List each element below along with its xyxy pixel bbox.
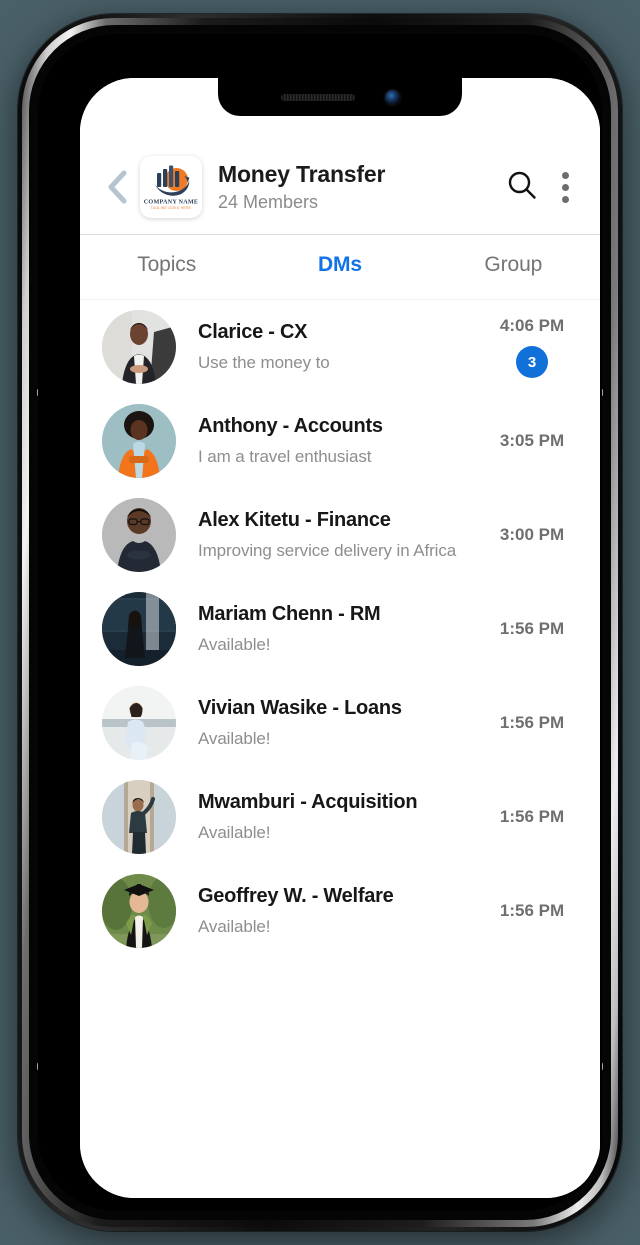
display-notch [218,78,462,116]
chat-text-block: Alex Kitetu - Finance Improving service … [198,509,486,561]
chat-timestamp: 3:00 PM [499,525,565,544]
avatar[interactable] [102,310,176,384]
dm-conversation-list[interactable]: Clarice - CX Use the money to 4:06 PM 3 [80,300,600,1198]
page-title: Money Transfer [218,160,386,187]
avatar[interactable] [102,592,176,666]
chat-name: Mariam Chenn - RM [198,603,381,625]
chat-text-block: Mariam Chenn - RM Available! [198,603,486,655]
company-logo-icon: COMPANY NAME TAGLINE GOES HERE [143,159,199,215]
chat-meta: 3:00 PM [486,525,578,545]
avatar[interactable] [102,686,176,760]
avatar[interactable] [102,498,176,572]
member-count: 24 Members [218,191,319,212]
chat-list-item[interactable]: Vivian Wasike - Loans Available! 1:56 PM [80,676,600,770]
phone-frame: COMPANY NAME TAGLINE GOES HERE Money Tra… [18,14,622,1231]
kebab-menu-icon [561,171,569,203]
earpiece-speaker-icon [280,93,355,101]
chat-name: Alex Kitetu - Finance [198,509,391,531]
chat-preview: Available! [198,729,271,748]
chat-timestamp: 1:56 PM [499,901,565,920]
chat-list-item[interactable]: Clarice - CX Use the money to 4:06 PM 3 [80,300,600,394]
chat-meta: 1:56 PM [486,619,578,639]
avatar[interactable] [102,404,176,478]
chat-name: Mwamburi - Acquisition [198,791,418,813]
tab-dms[interactable]: DMs [253,253,426,277]
avatar-mwamburi-image [102,780,176,854]
more-options-button[interactable] [548,163,582,211]
search-icon [505,168,539,207]
back-button[interactable] [98,165,136,209]
chat-preview: Improving service delivery in Africa [198,541,457,560]
chat-timestamp: 4:06 PM [499,316,565,335]
chat-preview: Available! [198,635,271,654]
chat-preview: Available! [198,917,271,936]
chat-name: Clarice - CX [198,321,308,343]
avatar-mariam-image [102,592,176,666]
phone-body: COMPANY NAME TAGLINE GOES HERE Money Tra… [29,25,611,1220]
chat-text-block: Vivian Wasike - Loans Available! [198,697,486,749]
avatar[interactable] [102,874,176,948]
avatar-alex-image [102,498,176,572]
group-logo-avatar[interactable]: COMPANY NAME TAGLINE GOES HERE [140,156,202,218]
chat-timestamp: 3:05 PM [499,431,565,450]
chat-text-block: Geoffrey W. - Welfare Available! [198,885,486,937]
tab-topics[interactable]: Topics [80,253,253,277]
chat-timestamp: 1:56 PM [499,713,565,732]
chat-list-item[interactable]: Mwamburi - Acquisition Available! 1:56 P… [80,770,600,864]
chat-name: Geoffrey W. - Welfare [198,885,394,907]
chat-preview: Use the money to [198,353,330,372]
unread-badge: 3 [516,346,548,378]
chat-timestamp: 1:56 PM [499,619,565,638]
chat-name: Vivian Wasike - Loans [198,697,402,719]
tab-group[interactable]: Group [427,253,600,277]
chat-preview: I am a travel enthusiast [198,447,372,466]
avatar[interactable] [102,780,176,854]
phone-screen: COMPANY NAME TAGLINE GOES HERE Money Tra… [80,78,600,1198]
chat-meta: 1:56 PM [486,901,578,921]
header-actions [500,163,582,211]
avatar-geoffrey-image [102,874,176,948]
chat-text-block: Mwamburi - Acquisition Available! [198,791,486,843]
chat-text-block: Clarice - CX Use the money to [198,321,486,373]
avatar-vivian-image [102,686,176,760]
logo-company-name: COMPANY NAME [144,199,198,206]
chat-list-item[interactable]: Geoffrey W. - Welfare Available! 1:56 PM [80,864,600,958]
tab-bar: Topics DMs Group [80,235,600,300]
avatar-clarice-image [102,310,176,384]
chat-text-block: Anthony - Accounts I am a travel enthusi… [198,415,486,467]
chat-name: Anthony - Accounts [198,415,383,437]
header-text-block: Money Transfer 24 Members [218,161,500,213]
chat-preview: Available! [198,823,271,842]
front-camera-icon [384,89,400,105]
chevron-left-icon [106,170,128,204]
logo-tagline: TAGLINE GOES HERE [151,206,192,210]
chat-meta: 4:06 PM 3 [486,316,578,378]
search-button[interactable] [500,163,544,211]
phone-bezel: COMPANY NAME TAGLINE GOES HERE Money Tra… [38,34,602,1211]
chat-list-item[interactable]: Mariam Chenn - RM Available! 1:56 PM [80,582,600,676]
chat-meta: 3:05 PM [486,431,578,451]
chat-list-item[interactable]: Alex Kitetu - Finance Improving service … [80,488,600,582]
avatar-anthony-image [102,404,176,478]
chat-meta: 1:56 PM [486,807,578,827]
chat-meta: 1:56 PM [486,713,578,733]
chat-list-item[interactable]: Anthony - Accounts I am a travel enthusi… [80,394,600,488]
chat-timestamp: 1:56 PM [499,807,565,826]
